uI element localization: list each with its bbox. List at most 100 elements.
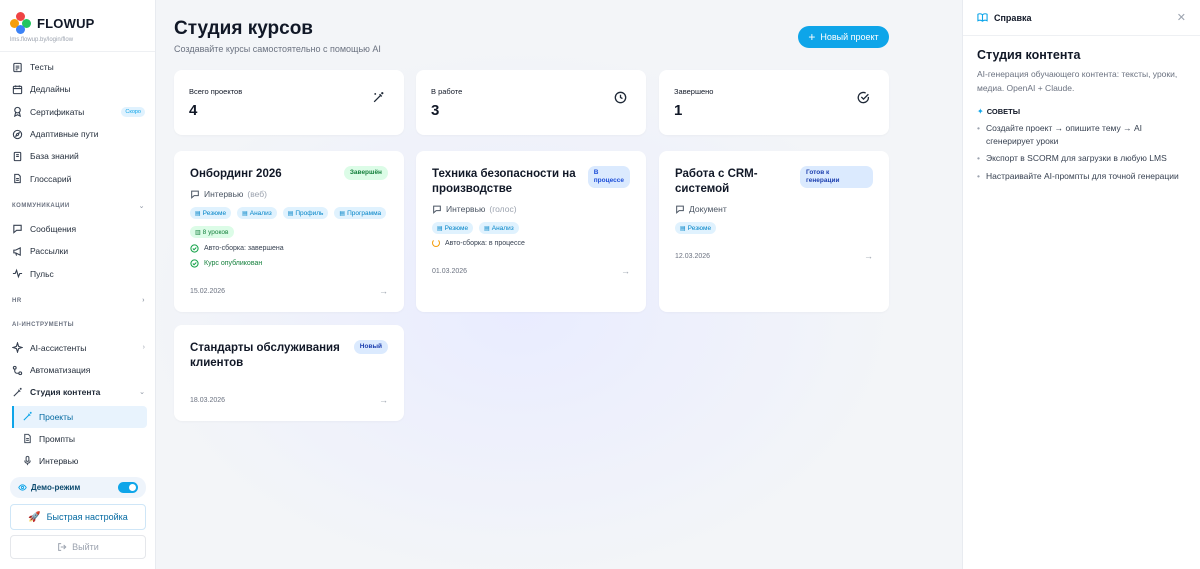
sidebar-item-automation[interactable]: Автоматизация (0, 359, 155, 381)
sidebar-subitem-label: Интервью (39, 455, 79, 466)
tip-item: • Создайте проект → опишите тему → AI сге… (977, 123, 1143, 146)
chat-icon (432, 204, 442, 214)
new-project-button[interactable]: + Новый проект (798, 26, 889, 48)
tip-item: • Настраивайте AI-промпты для точной гене… (977, 170, 1179, 181)
status-badge: Новый (353, 340, 388, 354)
sidebar-item-label: Рассылки (30, 246, 69, 257)
sidebar-subitem-label: Проекты (39, 411, 74, 422)
sidebar-item-tests[interactable]: Тесты (0, 56, 155, 78)
tip-item: • Экспорт в SCORM для загрузки в любую LM… (977, 153, 1167, 163)
rocket-icon: 🚀 (28, 511, 41, 523)
close-icon[interactable]: ✕ (1177, 11, 1186, 24)
demo-mode-label: Демо-режим (31, 483, 81, 492)
file-icon: ▤ (437, 225, 443, 232)
quick-setup-button[interactable]: 🚀 Быстрая настройка (10, 504, 146, 530)
book-icon (12, 151, 23, 162)
sidebar-item-label: Сертификаты (30, 106, 85, 117)
tag: ▤ Резюме (675, 222, 717, 234)
project-title: Работа с CRM- системой (675, 168, 758, 195)
sidebar-item-content-studio[interactable]: Студия контента ⌄ (0, 381, 155, 403)
project-title: Техника безопасности на производстве (432, 168, 576, 195)
published-status: Курс опубликован (190, 259, 262, 268)
brand[interactable]: FLOWUP (0, 0, 155, 34)
tag-list: ▤ Резюме (675, 222, 880, 241)
check-circle-icon (190, 259, 199, 268)
sidebar-subitem-prompts[interactable]: Промпты (12, 428, 147, 450)
project-card[interactable]: Техника безопасности на производстве В п… (416, 151, 646, 312)
sidebar-item-label: Тесты (30, 62, 54, 73)
arrow-right-icon[interactable]: → (864, 251, 873, 261)
sidebar-item-label: Пульс (30, 268, 54, 279)
chevron-down-icon: ⌄ (139, 389, 145, 397)
sidebar-item-pulse[interactable]: Пульс (0, 262, 155, 284)
chevron-right-icon: › (142, 344, 145, 352)
status-badge: В процессе (587, 166, 630, 188)
sidebar-item-certificates[interactable]: Сертификаты Скоро (0, 101, 155, 123)
sidebar-item-label: AI-ассистенты (30, 342, 87, 353)
arrow-right-icon[interactable]: → (379, 395, 388, 405)
book-icon: ▥ (195, 229, 201, 236)
main-content: Студия курсов Создавайте курсы самостоят… (157, 0, 962, 569)
clock-icon (614, 91, 627, 104)
file-icon: ▤ (680, 225, 686, 232)
project-card[interactable]: Онбординг 2026 Завершён Интервью (веб) ▤… (174, 151, 404, 312)
arrow-right-icon[interactable]: → (379, 286, 388, 296)
arrow-right-icon[interactable]: → (621, 266, 630, 276)
project-title: Онбординг 2026 (190, 168, 282, 180)
sidebar-item-messages[interactable]: Сообщения (0, 218, 155, 240)
project-title: Стандарты обслуживания клиентов (190, 342, 340, 369)
sidebar-item-label: Глоссарий (30, 173, 72, 184)
sidebar-item-knowledge-base[interactable]: База знаний (0, 145, 155, 167)
sidebar-subitem-projects[interactable]: Проекты (12, 405, 147, 428)
project-date: 12.03.2026 (675, 253, 711, 260)
logout-button[interactable]: Выйти (10, 535, 146, 559)
book-open-icon (977, 12, 988, 23)
tag: ▤ Профиль (282, 207, 329, 219)
project-card[interactable]: Работа с CRM- системой Готов к генерации… (659, 151, 889, 312)
checklist-icon (12, 62, 23, 73)
demo-mode-toggle[interactable] (118, 482, 138, 493)
check-circle-icon (190, 244, 199, 253)
chat-icon (190, 189, 200, 199)
sidebar: FLOWUP lms.flowup.by/login/flow Тесты Де… (0, 0, 156, 569)
sidebar-item-label: База знаний (30, 151, 79, 162)
file-icon: ▤ (287, 210, 294, 217)
file-icon: ▤ (339, 210, 346, 217)
sidebar-item-deadlines[interactable]: Дедлайны (0, 78, 155, 100)
project-card[interactable]: Стандарты обслуживания клиентов Новый 18… (174, 325, 404, 421)
tag-list: ▤ Резюме ▤ Анализ ▤ Профиль ▤ Программа ▥ 8 у… (190, 207, 395, 245)
tips-list: • Создайте проект → опишите тему → AI сге… (977, 122, 1189, 187)
help-description: AI-генерация обучающего контента: тексты… (977, 69, 1178, 93)
file-icon: ▤ (484, 225, 490, 232)
stat-label: В работе (431, 87, 463, 96)
brand-name: FLOWUP (37, 15, 95, 31)
magic-wand-icon (22, 411, 33, 422)
sidebar-subitem-interview[interactable]: Интервью (12, 450, 147, 472)
sidebar-item-ai-assistants[interactable]: AI-ассистенты › (0, 337, 155, 359)
stat-value: 3 (431, 102, 440, 119)
auto-build-status: Авто-сборка: завершена (190, 244, 284, 253)
section-hr[interactable]: HR › (0, 289, 155, 313)
stat-in-progress: В работе 3 (416, 70, 646, 135)
award-icon (12, 106, 23, 118)
status-badge: Завершён (343, 166, 388, 180)
chat-icon (675, 204, 685, 214)
project-date: 18.03.2026 (190, 397, 226, 404)
stat-total-projects: Всего проектов 4 (174, 70, 404, 135)
document-icon (12, 173, 23, 184)
magic-wand-icon (372, 91, 385, 104)
section-communications[interactable]: КОММУНИКАЦИИ ⌄ (0, 194, 155, 218)
calendar-icon (12, 84, 23, 95)
magic-wand-icon (12, 387, 23, 398)
sidebar-item-label: Автоматизация (30, 365, 91, 376)
sidebar-item-label: Студия контента (30, 387, 101, 398)
sidebar-item-mailings[interactable]: Рассылки (0, 240, 155, 262)
tag: ▤ Резюме (190, 207, 232, 219)
help-header: Справка ✕ (963, 0, 1200, 36)
section-ai-tools: AI-ИНСТРУМЕНТЫ (12, 321, 75, 328)
page-subtitle: Создавайте курсы самостоятельно с помощь… (174, 44, 381, 54)
sidebar-subitem-label: Промпты (39, 433, 76, 444)
chevron-right-icon: › (142, 297, 145, 305)
sidebar-item-adaptive-paths[interactable]: Адаптивные пути (0, 123, 155, 145)
sidebar-item-glossary[interactable]: Глоссарий (0, 167, 155, 189)
